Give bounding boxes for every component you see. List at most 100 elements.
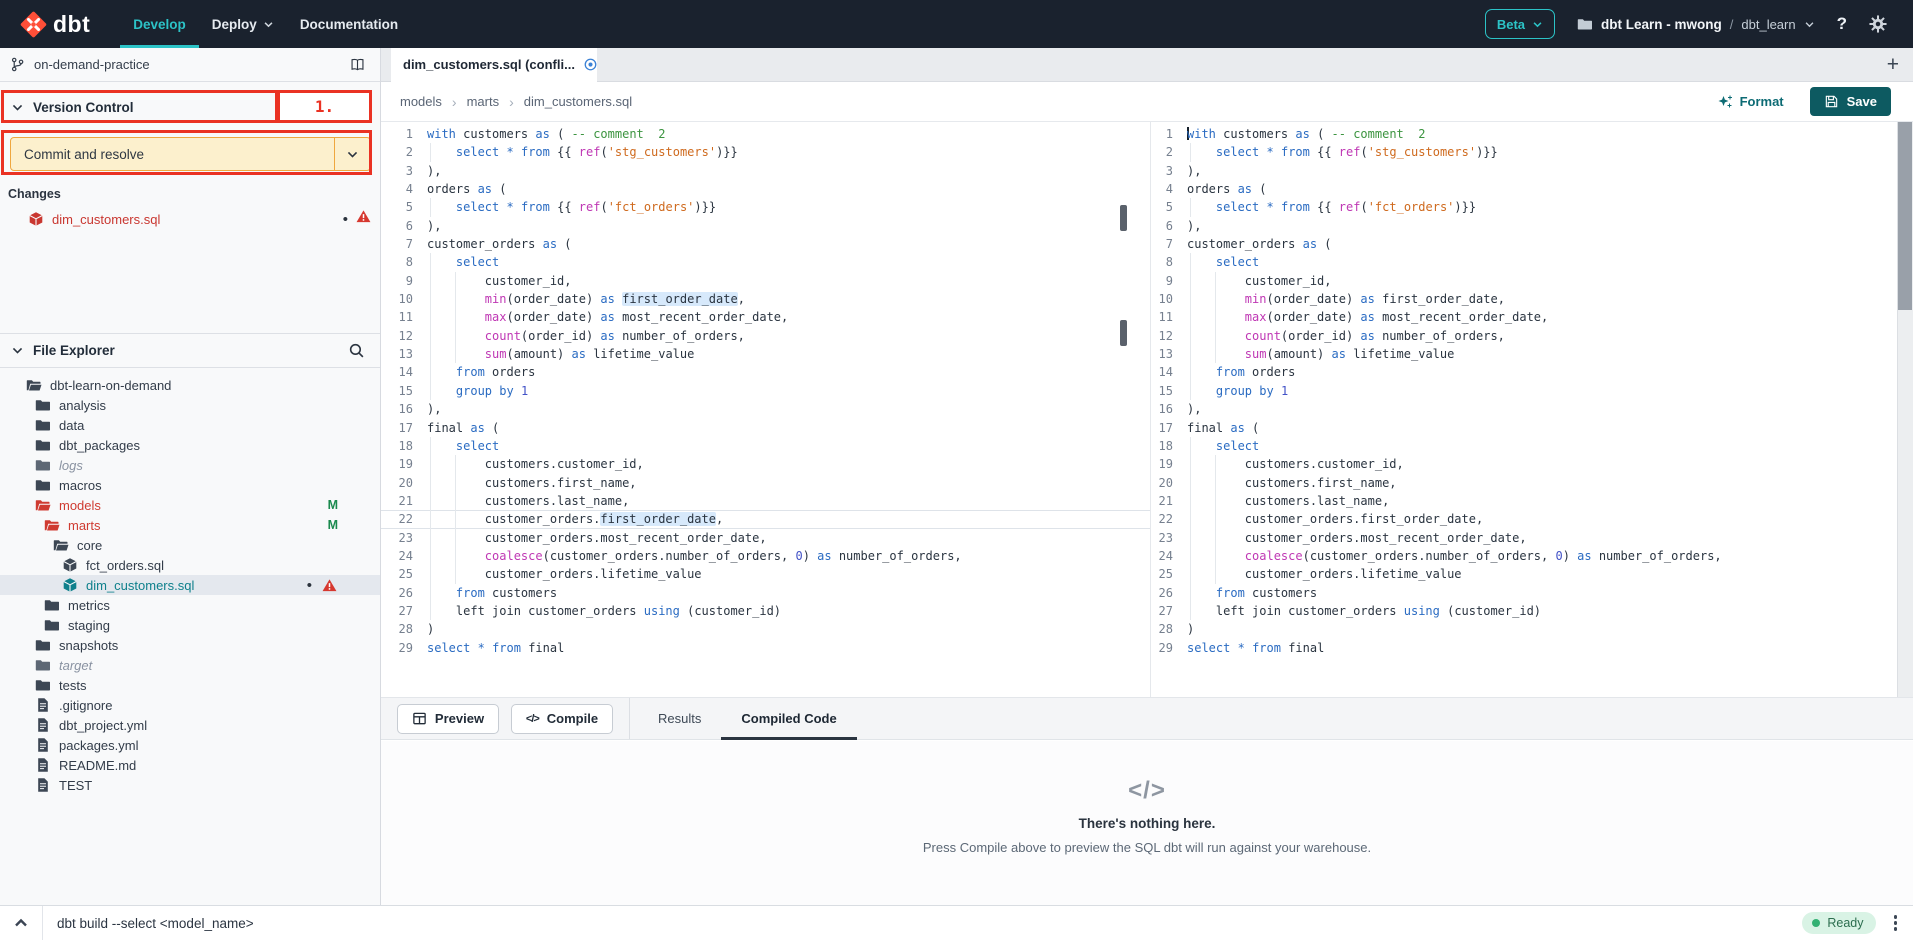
tab-compiled-code[interactable]: Compiled Code [721,697,856,740]
code-line[interactable]: 8 select [381,253,1150,271]
code-line[interactable]: 24 coalesce(customer_orders.number_of_or… [1151,547,1897,565]
compile-button[interactable]: </> Compile [511,704,613,734]
editor-scrollbar-track[interactable] [1897,122,1913,697]
code-line[interactable]: 12 count(order_id) as number_of_orders, [381,327,1150,345]
code-line[interactable]: 8 select [1151,253,1897,271]
code-line[interactable]: 28) [381,620,1150,638]
code-line[interactable]: 6), [1151,217,1897,235]
tree-folder-dbt-packages[interactable]: dbt_packages [0,435,380,455]
code-line[interactable]: 3), [1151,162,1897,180]
file-explorer-header[interactable]: File Explorer [0,333,380,368]
help-icon[interactable]: ? [1837,14,1847,34]
code-line[interactable]: 6), [381,217,1150,235]
code-line[interactable]: 9 customer_id, [381,272,1150,290]
code-line[interactable]: 19 customers.customer_id, [1151,455,1897,473]
code-line[interactable]: 27 left join customer_orders using (cust… [1151,602,1897,620]
code-line[interactable]: 10 min(order_date) as first_order_date, [381,290,1150,308]
code-line[interactable]: 12 count(order_id) as number_of_orders, [1151,327,1897,345]
code-line[interactable]: 15 group by 1 [381,382,1150,400]
breadcrumb-item-marts[interactable]: marts [467,94,500,109]
changed-file-row[interactable]: dim_customers.sql• [0,208,380,230]
code-line[interactable]: 19 customers.customer_id, [381,455,1150,473]
gear-icon[interactable] [1869,15,1887,33]
code-line[interactable]: 1with customers as ( -- comment 2 [381,125,1150,143]
code-line[interactable]: 27 left join customer_orders using (cust… [381,602,1150,620]
tree-folder-core[interactable]: core [0,535,380,555]
tab-dim-customers[interactable]: dim_customers.sql (confli... [391,48,597,82]
code-line[interactable]: 22 customer_orders.first_order_date, [381,510,1150,528]
tab-results[interactable]: Results [638,697,721,740]
code-line[interactable]: 29select * from final [1151,639,1897,657]
code-line[interactable]: 1with customers as ( -- comment 2 [1151,125,1897,143]
tree-folder-tests[interactable]: tests [0,675,380,695]
code-line[interactable]: 29select * from final [381,639,1150,657]
tree-file-packages-yml[interactable]: packages.yml [0,735,380,755]
command-input[interactable]: dbt build --select <model_name> [57,916,254,931]
code-line[interactable]: 21 customers.last_name, [1151,492,1897,510]
chevron-up-icon[interactable] [13,915,29,931]
code-line[interactable]: 16), [1151,400,1897,418]
code-line[interactable]: 4orders as ( [1151,180,1897,198]
code-line[interactable]: 24 coalesce(customer_orders.number_of_or… [381,547,1150,565]
tree-file-dim-customers-sql[interactable]: dim_customers.sql• [0,575,380,595]
code-line[interactable]: 4orders as ( [381,180,1150,198]
code-line[interactable]: 11 max(order_date) as most_recent_order_… [1151,308,1897,326]
code-line[interactable]: 21 customers.last_name, [381,492,1150,510]
code-line[interactable]: 9 customer_id, [1151,272,1897,290]
code-line[interactable]: 26 from customers [1151,584,1897,602]
code-line[interactable]: 3), [381,162,1150,180]
tree-file--gitignore[interactable]: .gitignore [0,695,380,715]
code-line[interactable]: 17final as ( [1151,419,1897,437]
code-line[interactable]: 5 select * from {{ ref('fct_orders')}} [381,198,1150,216]
tree-folder-dbt-learn-on-demand[interactable]: dbt-learn-on-demand [0,375,380,395]
code-line[interactable]: 13 sum(amount) as lifetime_value [1151,345,1897,363]
code-pane-remote[interactable]: 1with customers as ( -- comment 22 selec… [1151,122,1897,697]
code-line[interactable]: 14 from orders [381,363,1150,381]
tree-file-dbt-project-yml[interactable]: dbt_project.yml [0,715,380,735]
new-tab-button[interactable]: + [1887,54,1899,75]
code-line[interactable]: 14 from orders [1151,363,1897,381]
code-line[interactable]: 15 group by 1 [1151,382,1897,400]
tree-folder-logs[interactable]: logs [0,455,380,475]
code-line[interactable]: 25 customer_orders.lifetime_value [381,565,1150,583]
code-line[interactable]: 2 select * from {{ ref('stg_customers')}… [381,143,1150,161]
code-line[interactable]: 23 customer_orders.most_recent_order_dat… [381,529,1150,547]
code-line[interactable]: 18 select [1151,437,1897,455]
code-line[interactable]: 11 max(order_date) as most_recent_order_… [381,308,1150,326]
tree-folder-metrics[interactable]: metrics [0,595,380,615]
tree-folder-data[interactable]: data [0,415,380,435]
code-line[interactable]: 20 customers.first_name, [1151,474,1897,492]
preview-button[interactable]: Preview [397,704,499,734]
tree-folder-marts[interactable]: martsM [0,515,380,535]
commit-options-caret[interactable] [334,138,370,170]
code-line[interactable]: 7customer_orders as ( [1151,235,1897,253]
search-icon[interactable] [348,342,365,359]
code-line[interactable]: 28) [1151,620,1897,638]
nav-item-develop[interactable]: Develop [120,0,199,48]
code-line[interactable]: 7customer_orders as ( [381,235,1150,253]
code-line[interactable]: 25 customer_orders.lifetime_value [1151,565,1897,583]
tree-folder-models[interactable]: modelsM [0,495,380,515]
code-line[interactable]: 22 customer_orders.first_order_date, [1151,510,1897,528]
tree-folder-analysis[interactable]: analysis [0,395,380,415]
tree-folder-macros[interactable]: macros [0,475,380,495]
project-breadcrumb[interactable]: dbt Learn - mwong / dbt_learn [1577,16,1815,32]
tree-file-readme-md[interactable]: README.md [0,755,380,775]
breadcrumb-item-dim-customers-sql[interactable]: dim_customers.sql [524,94,632,109]
nav-item-documentation[interactable]: Documentation [287,0,411,48]
format-button[interactable]: Format [1717,94,1784,110]
dbt-logo[interactable]: dbt [20,11,90,38]
code-pane-local[interactable]: 1with customers as ( -- comment 22 selec… [381,122,1150,697]
kebab-menu-icon[interactable] [1891,912,1901,934]
code-line[interactable]: 2 select * from {{ ref('stg_customers')}… [1151,143,1897,161]
editor-scrollbar-thumb[interactable] [1898,122,1912,310]
nav-item-deploy[interactable]: Deploy [199,0,287,48]
code-line[interactable]: 17final as ( [381,419,1150,437]
tree-file-test[interactable]: TEST [0,775,380,795]
code-line[interactable]: 23 customer_orders.most_recent_order_dat… [1151,529,1897,547]
tree-folder-target[interactable]: target [0,655,380,675]
code-line[interactable]: 5 select * from {{ ref('fct_orders')}} [1151,198,1897,216]
tree-file-fct-orders-sql[interactable]: fct_orders.sql [0,555,380,575]
code-line[interactable]: 13 sum(amount) as lifetime_value [381,345,1150,363]
tree-folder-snapshots[interactable]: snapshots [0,635,380,655]
